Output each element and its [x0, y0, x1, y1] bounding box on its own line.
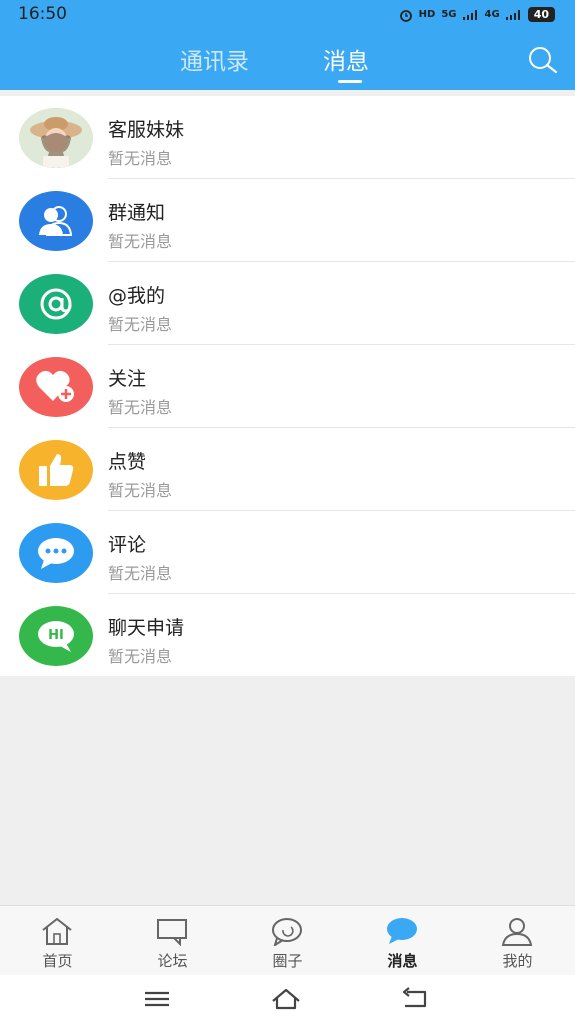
- item-title: 群通知: [108, 202, 166, 224]
- nav-home[interactable]: 首页: [0, 906, 115, 976]
- nav-label: 消息: [387, 952, 418, 970]
- nav-label: 首页: [42, 952, 73, 970]
- nav-label: 我的: [502, 952, 533, 970]
- heart-plus-icon: [19, 357, 93, 417]
- item-title: 评论: [108, 534, 147, 556]
- item-subtitle: 暂无消息: [108, 398, 173, 417]
- comment-icon: [19, 523, 93, 583]
- item-subtitle: 暂无消息: [108, 481, 173, 500]
- system-nav: [0, 975, 575, 1026]
- thumbs-up-icon: [19, 440, 93, 500]
- item-title: 关注: [108, 368, 147, 390]
- item-subtitle: 暂无消息: [108, 647, 173, 666]
- home-icon: [42, 917, 72, 945]
- item-subtitle: 暂无消息: [108, 564, 173, 583]
- list-item-chat-request[interactable]: HI 聊天申请 暂无消息: [0, 594, 575, 677]
- status-bar: 16:50 HD 5G 4G 40: [0, 0, 575, 28]
- list-item-mentions[interactable]: @我的 暂无消息: [0, 262, 575, 345]
- list-item-comments[interactable]: 评论 暂无消息: [0, 511, 575, 594]
- top-bar: 16:50 HD 5G 4G 40 通讯录 消息: [0, 0, 575, 90]
- item-subtitle: 暂无消息: [108, 232, 173, 251]
- status-icons: HD 5G 4G 40: [399, 7, 555, 22]
- list-item-follow[interactable]: 关注 暂无消息: [0, 345, 575, 428]
- back-icon[interactable]: [399, 985, 431, 1013]
- status-time: 16:50: [18, 4, 67, 24]
- nav-circle[interactable]: 圈子: [230, 906, 345, 976]
- nav-label: 圈子: [272, 952, 303, 970]
- nav-forum[interactable]: 论坛: [115, 906, 230, 976]
- circle-icon: [272, 918, 302, 946]
- item-title: 聊天申请: [108, 617, 185, 639]
- group-icon: [19, 191, 93, 251]
- system-home-icon[interactable]: [270, 985, 302, 1013]
- tab-contacts[interactable]: 通讯录: [180, 42, 249, 76]
- avatar-photo: [19, 108, 93, 168]
- alarm-icon: [399, 9, 412, 22]
- battery-indicator: 40: [527, 7, 555, 22]
- header-tabs: 通讯录 消息: [0, 42, 575, 83]
- forum-icon: [157, 919, 187, 946]
- item-title: @我的: [108, 285, 166, 307]
- list-item-likes[interactable]: 点赞 暂无消息: [0, 428, 575, 511]
- nav-label: 论坛: [157, 952, 188, 970]
- tab-messages[interactable]: 消息: [323, 42, 369, 76]
- hi-chat-icon: HI: [19, 606, 93, 666]
- signal-icon: [462, 9, 477, 20]
- hd-indicator: HD: [418, 9, 436, 20]
- nav-messages[interactable]: 消息: [345, 906, 460, 976]
- svg-text:HI: HI: [48, 628, 64, 643]
- menu-icon[interactable]: [141, 985, 173, 1013]
- bottom-nav: 首页 论坛 圈子 消息 我的: [0, 905, 575, 975]
- 5g-indicator: 5G: [441, 9, 457, 20]
- signal-icon-2: [505, 9, 520, 20]
- item-subtitle: 暂无消息: [108, 149, 173, 168]
- message-list: 客服妹妹 暂无消息 群通知 暂无消息 @我的 暂无消息 关注 暂无消息 点赞 暂…: [0, 96, 575, 676]
- item-title: 点赞: [108, 451, 147, 473]
- list-item-customer-service[interactable]: 客服妹妹 暂无消息: [0, 96, 575, 179]
- search-icon[interactable]: [524, 42, 560, 78]
- at-icon: [19, 274, 93, 334]
- profile-icon: [501, 918, 533, 946]
- item-subtitle: 暂无消息: [108, 315, 173, 334]
- message-icon: [387, 918, 417, 944]
- item-title: 客服妹妹: [108, 119, 185, 141]
- active-tab-indicator: [338, 80, 362, 83]
- list-item-group-notice[interactable]: 群通知 暂无消息: [0, 179, 575, 262]
- nav-profile[interactable]: 我的: [460, 906, 575, 976]
- 4g-indicator: 4G: [484, 9, 500, 20]
